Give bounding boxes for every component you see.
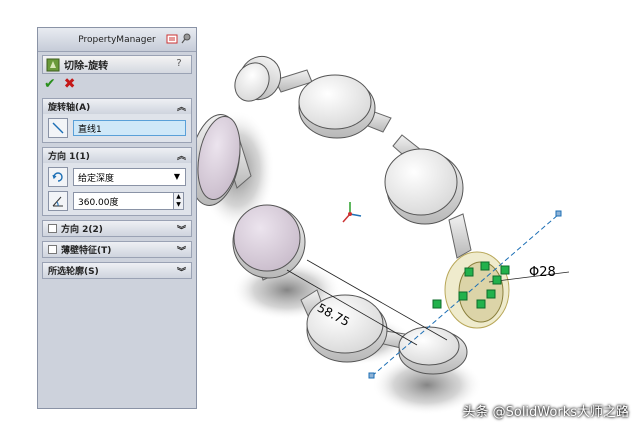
- angle-input[interactable]: 360.00度 ▲ ▼: [73, 192, 184, 210]
- diameter-dimension-text[interactable]: Φ28: [529, 265, 556, 280]
- help-button[interactable]: ?: [173, 58, 185, 71]
- cancel-button[interactable]: ✖: [64, 76, 76, 92]
- axis-line-icon: [48, 118, 68, 138]
- property-manager-header: PropertyManager: [38, 28, 196, 52]
- direction2-checkbox[interactable]: [48, 224, 57, 233]
- axis-selection-field[interactable]: 直线1: [73, 120, 186, 136]
- ok-button[interactable]: ✔: [44, 76, 56, 92]
- spin-arrows-icon[interactable]: ▲ ▼: [173, 193, 183, 209]
- display-pane-icon[interactable]: [166, 33, 178, 45]
- graphics-viewport[interactable]: 58.75 Φ28 头条 @SolidWorks大师之路: [189, 0, 639, 428]
- chevron-down-icon[interactable]: ︾: [177, 244, 186, 257]
- thin-feature-group-title: 薄壁特征(T): [61, 246, 112, 256]
- chevron-down-icon[interactable]: ︾: [177, 265, 186, 278]
- chevron-down-icon[interactable]: ︾: [177, 223, 186, 236]
- angle-value: 360.00度: [78, 197, 119, 208]
- direction1-group-title: 方向 1(1): [48, 152, 90, 162]
- cut-revolve-icon: [46, 58, 60, 71]
- selected-contours-group[interactable]: 所选轮廓(S) ︾: [42, 262, 192, 279]
- thin-feature-group[interactable]: 薄壁特征(T) ︾: [42, 241, 192, 258]
- thin-feature-checkbox[interactable]: [48, 245, 57, 254]
- direction1-group: 方向 1(1) ︽ 给定深度 ▼ 360.00度 ▲ ▼: [42, 147, 192, 216]
- direction2-group[interactable]: 方向 2(2) ︾: [42, 220, 192, 237]
- action-buttons: ✔ ✖: [38, 74, 196, 94]
- chevron-up-icon[interactable]: ︽: [177, 100, 186, 113]
- selected-contours-group-title: 所选轮廓(S): [48, 267, 99, 277]
- angle-icon: [48, 191, 68, 211]
- feature-title-bar: 切除-旋转 ?: [42, 55, 192, 74]
- end-condition-select[interactable]: 给定深度 ▼: [73, 168, 186, 186]
- origin-triad-icon: [342, 202, 362, 223]
- chevron-up-icon[interactable]: ︽: [177, 149, 186, 162]
- feature-name: 切除-旋转: [64, 61, 109, 72]
- direction1-group-header[interactable]: 方向 1(1) ︽: [43, 148, 191, 163]
- dropdown-arrow-icon[interactable]: ▼: [174, 172, 180, 181]
- property-manager-title: PropertyManager: [78, 34, 156, 45]
- reverse-direction-icon[interactable]: [48, 167, 68, 187]
- axis-group-title: 旋转轴(A): [48, 103, 91, 113]
- watermark: 头条 @SolidWorks大师之路: [462, 405, 629, 420]
- direction2-group-title: 方向 2(2): [61, 225, 103, 235]
- axis-group: 旋转轴(A) ︽ 直线1: [42, 98, 192, 143]
- pin-icon[interactable]: [180, 33, 192, 45]
- model-view[interactable]: 58.75 Φ28: [189, 0, 639, 428]
- end-condition-value: 给定深度: [78, 173, 115, 184]
- axis-group-header[interactable]: 旋转轴(A) ︽: [43, 99, 191, 114]
- property-manager-panel: PropertyManager 切除-旋转 ? ✔ ✖ 旋转轴(A) ︽ 直线1…: [37, 27, 197, 409]
